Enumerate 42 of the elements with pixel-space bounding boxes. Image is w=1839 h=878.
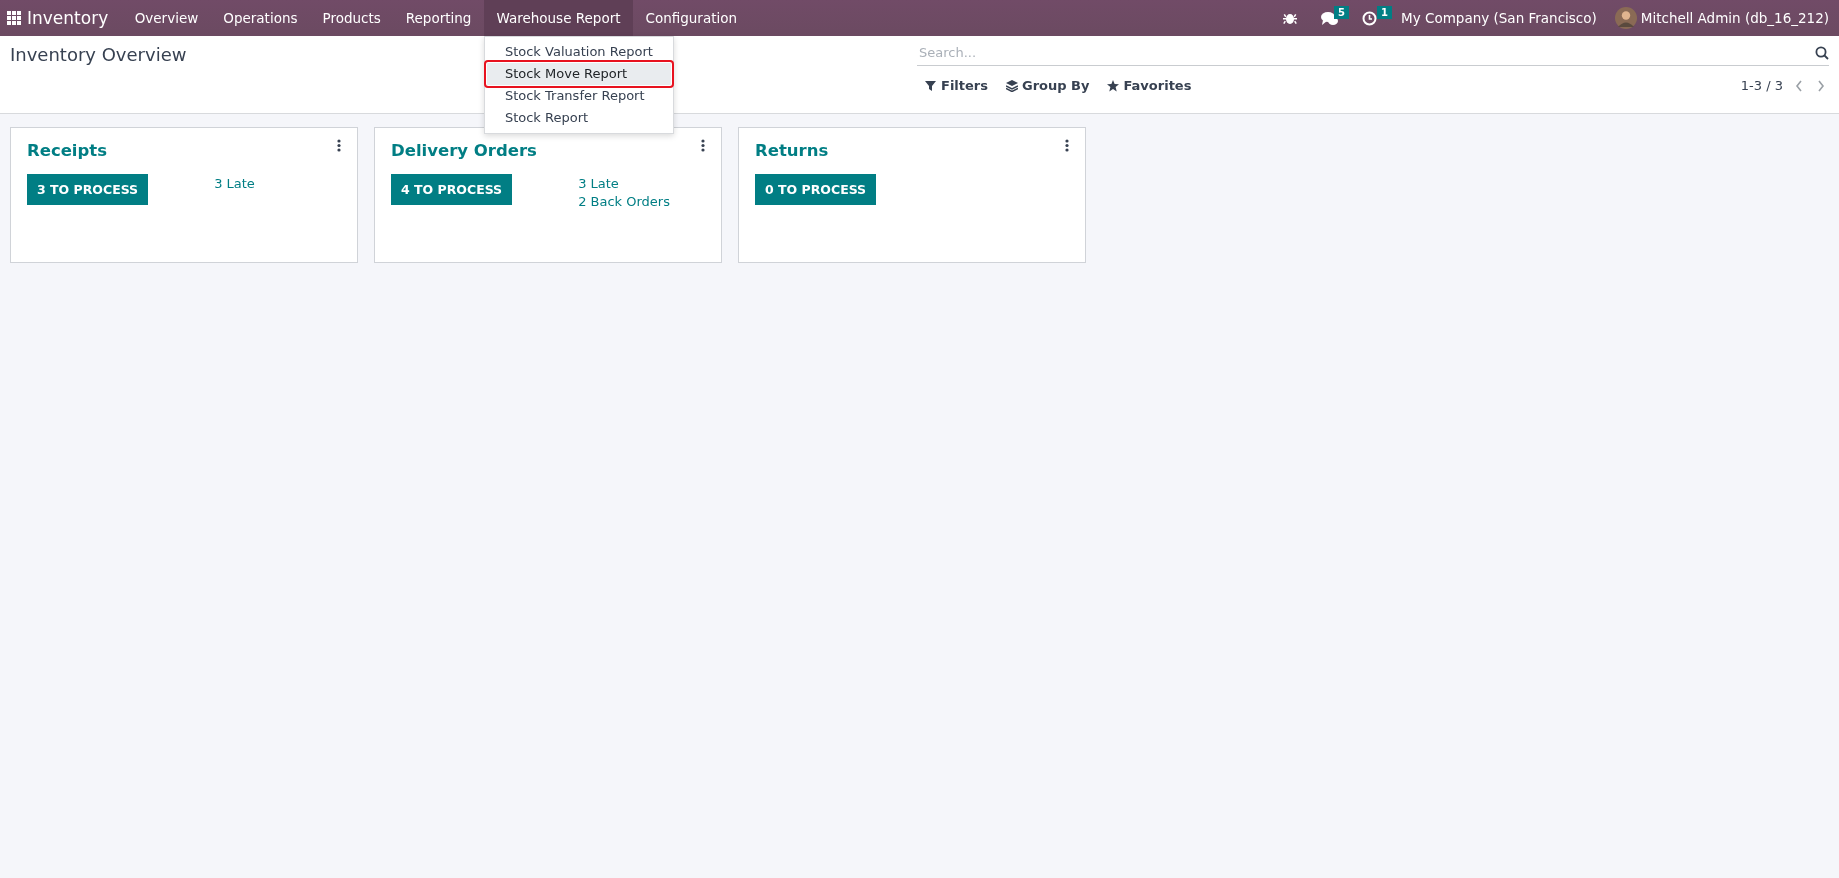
dropdown-item[interactable]: Stock Report bbox=[486, 107, 671, 129]
card-title[interactable]: Receipts bbox=[27, 141, 108, 160]
star-icon bbox=[1107, 79, 1120, 92]
filter-dropdown-button[interactable]: Filters bbox=[917, 78, 988, 93]
process-button[interactable]: 3 TO PROCESS bbox=[27, 174, 149, 205]
funnel-icon bbox=[925, 79, 937, 92]
card-title[interactable]: Returns bbox=[755, 141, 829, 160]
bug-icon bbox=[1283, 11, 1298, 25]
message-count-badge: 5 bbox=[1334, 6, 1350, 19]
menu-item[interactable]: Warehouse Report bbox=[483, 0, 633, 36]
dropdown-item[interactable]: Stock Move Report bbox=[486, 63, 671, 85]
page-title: Inventory Overview bbox=[10, 44, 187, 65]
dropdown-item[interactable]: Stock Valuation Report bbox=[486, 41, 671, 63]
activity-count-badge: 1 bbox=[1377, 6, 1393, 19]
kebab-menu-icon bbox=[701, 139, 705, 152]
search-field[interactable]: Search... bbox=[917, 40, 1815, 65]
filter-dropdown-button[interactable]: Group By bbox=[1006, 78, 1090, 93]
avatar[interactable] bbox=[1614, 7, 1637, 29]
dropdown-item[interactable]: Stock Transfer Report bbox=[486, 85, 671, 107]
menu-item[interactable]: Products bbox=[310, 0, 394, 36]
process-button[interactable]: 0 TO PROCESS bbox=[755, 174, 877, 205]
card-link[interactable]: 3 Late bbox=[578, 176, 670, 191]
kebab-menu-icon bbox=[337, 139, 341, 152]
chevron-right-icon bbox=[1817, 79, 1825, 92]
card-title[interactable]: Delivery Orders bbox=[391, 141, 537, 160]
filter-dropdown-button[interactable]: Favorites bbox=[1107, 78, 1192, 93]
process-button[interactable]: 4 TO PROCESS bbox=[391, 174, 513, 205]
chevron-left-icon bbox=[1795, 79, 1803, 92]
clock-icon bbox=[1362, 10, 1378, 26]
app-name[interactable]: Inventory bbox=[21, 8, 123, 28]
apps-menu-icon bbox=[7, 11, 21, 25]
menu-item[interactable]: Configuration bbox=[633, 0, 750, 36]
search-icon bbox=[1815, 45, 1829, 60]
menu-item[interactable]: Reporting bbox=[393, 0, 484, 36]
user-menu[interactable]: Mitchell Admin (db_16_212) bbox=[1640, 10, 1829, 26]
menu-item[interactable]: Overview bbox=[122, 0, 211, 36]
pager-value: 1-3 / 3 bbox=[1740, 78, 1783, 93]
card-link[interactable]: 3 Late bbox=[214, 176, 255, 191]
layers-icon bbox=[1006, 79, 1018, 92]
kebab-menu-icon bbox=[1065, 139, 1069, 152]
menu-item[interactable]: Operations bbox=[210, 0, 310, 36]
card-link[interactable]: 2 Back Orders bbox=[578, 194, 670, 209]
